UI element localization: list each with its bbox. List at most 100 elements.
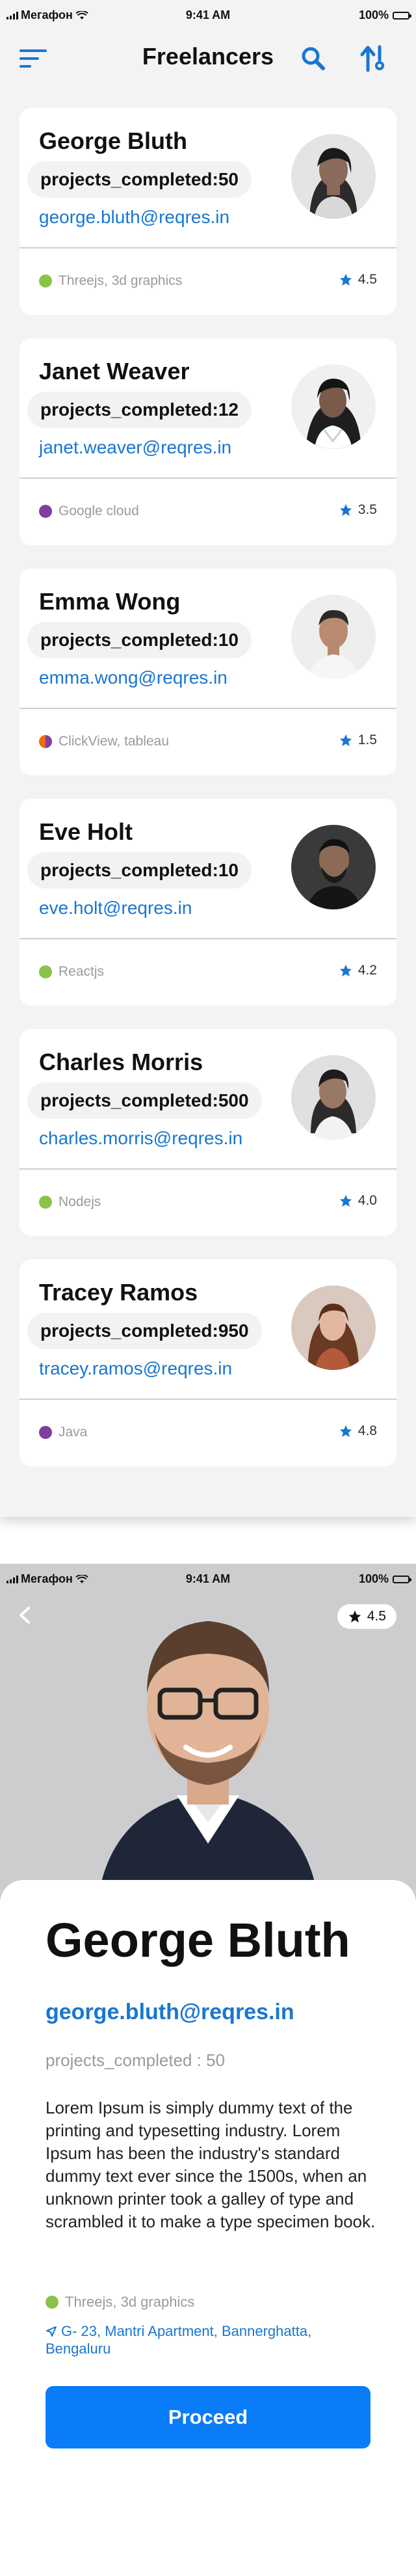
projects-completed-badge: projects_completed:10 <box>27 622 252 658</box>
skills-row: Reactjs <box>39 964 104 980</box>
clock: 9:41 AM <box>185 8 231 21</box>
address-text: G- 23, Mantri Apartment, Bannerghatta, B… <box>46 2323 312 2357</box>
freelancer-card[interactable]: George Bluth projects_completed:50 georg… <box>20 108 396 315</box>
freelancer-list-screen: Мегафон 9:41 AM 100% Freelancers George … <box>0 0 416 1517</box>
freelancer-description: Lorem Ipsum is simply dummy text of the … <box>46 2098 376 2231</box>
search-button[interactable] <box>300 46 326 72</box>
skills-row: Nodejs <box>39 1194 101 1210</box>
navigation-icon <box>46 2326 57 2337</box>
star-icon <box>339 503 352 517</box>
avatar <box>291 1055 376 1140</box>
rating-value: 4.8 <box>358 1423 377 1438</box>
skills-text: Nodejs <box>58 1194 101 1209</box>
freelancer-name: Janet Weaver <box>39 358 190 384</box>
avatar <box>291 825 376 909</box>
freelancer-card[interactable]: Emma Wong projects_completed:10 emma.won… <box>20 569 396 775</box>
freelancer-email[interactable]: eve.holt@reqres.in <box>39 898 192 919</box>
avatar <box>291 134 376 219</box>
skills-text: Reactjs <box>58 964 105 979</box>
chevron-left-icon <box>20 1607 30 1624</box>
projects-completed-badge: projects_completed:12 <box>27 392 252 428</box>
rating-value: 3.5 <box>358 502 377 517</box>
star-icon <box>339 1425 352 1438</box>
projects-completed-badge: projects_completed:500 <box>27 1082 262 1119</box>
rating: 1.5 <box>339 732 377 748</box>
projects-completed-badge: projects_completed:950 <box>27 1313 262 1349</box>
avatar <box>291 364 376 449</box>
battery-icon <box>393 1575 411 1583</box>
rating: 4.0 <box>339 1193 377 1209</box>
skills-text: Google cloud <box>58 503 139 518</box>
rating: 3.5 <box>339 502 377 518</box>
card-divider <box>20 938 396 939</box>
freelancer-name: George Bluth <box>39 127 188 154</box>
battery-indicator: 100% <box>358 1572 411 1586</box>
app-bar: Freelancers <box>0 29 416 87</box>
freelancer-name: Tracey Ramos <box>39 1279 198 1306</box>
sort-button[interactable] <box>360 44 386 73</box>
star-icon <box>339 964 352 977</box>
star-icon <box>339 273 352 286</box>
freelancer-name: George Bluth <box>46 1913 350 1967</box>
status-bar: Мегафон 9:41 AM 100% <box>0 0 416 29</box>
card-divider <box>20 477 396 479</box>
rating-value: 4.5 <box>367 1609 386 1624</box>
freelancer-card[interactable]: Charles Morris projects_completed:500 ch… <box>20 1029 396 1236</box>
back-button[interactable] <box>14 1604 36 1626</box>
skills-row: Java <box>39 1425 87 1440</box>
proceed-button[interactable]: Proceed <box>46 2386 370 2449</box>
freelancer-name: Emma Wong <box>39 588 181 615</box>
skills-row: ClickView, tableau <box>39 734 169 749</box>
freelancer-card[interactable]: Janet Weaver projects_completed:12 janet… <box>20 338 396 545</box>
skill-dot <box>39 505 52 518</box>
skill-dot <box>39 965 52 978</box>
battery-indicator: 100% <box>358 8 411 22</box>
projects-completed-badge: projects_completed:50 <box>27 161 252 198</box>
card-divider <box>20 708 396 709</box>
skills-row: Threejs, 3d graphics <box>46 2294 194 2311</box>
clock: 9:41 AM <box>185 1572 231 1585</box>
skills-text: Threejs, 3d graphics <box>65 2294 195 2310</box>
skill-dot <box>39 275 52 288</box>
skill-dot <box>39 1196 52 1209</box>
rating: 4.8 <box>339 1423 377 1439</box>
freelancer-name: Charles Morris <box>39 1049 203 1075</box>
skill-dot <box>39 1426 52 1439</box>
star-icon <box>339 1194 352 1207</box>
battery-percent: 100% <box>358 8 389 21</box>
skill-dot <box>39 735 52 748</box>
card-divider <box>20 1399 396 1400</box>
address: G- 23, Mantri Apartment, Bannerghatta, B… <box>46 2322 351 2357</box>
freelancer-email[interactable]: charles.morris@reqres.in <box>39 1128 242 1149</box>
freelancer-card[interactable]: Eve Holt projects_completed:10 eve.holt@… <box>20 799 396 1006</box>
avatar <box>291 1285 376 1370</box>
skills-text: ClickView, tableau <box>58 734 170 749</box>
card-divider <box>20 247 396 248</box>
freelancer-email[interactable]: janet.weaver@reqres.in <box>39 437 231 458</box>
freelancer-email[interactable]: george.bluth@reqres.in <box>39 207 229 228</box>
skills-text: Threejs, 3d graphics <box>58 273 183 288</box>
avatar <box>291 595 376 679</box>
rating: 4.5 <box>339 272 377 288</box>
page-title: Freelancers <box>142 43 274 70</box>
skills-text: Java <box>58 1425 88 1440</box>
skill-dot <box>46 2296 58 2309</box>
rating-value: 4.0 <box>358 1193 377 1208</box>
skills-row: Threejs, 3d graphics <box>39 273 182 289</box>
freelancer-email[interactable]: george.bluth@reqres.in <box>46 2000 294 2025</box>
status-bar: Мегафон 9:41 AM 100% <box>0 1564 416 1592</box>
freelancer-email[interactable]: tracey.ramos@reqres.in <box>39 1358 232 1379</box>
freelancer-email[interactable]: emma.wong@reqres.in <box>39 667 228 688</box>
card-divider <box>20 1168 396 1170</box>
battery-icon <box>393 11 411 20</box>
star-icon <box>348 1610 361 1623</box>
battery-percent: 100% <box>358 1572 389 1585</box>
search-icon <box>302 47 325 70</box>
sort-icon <box>360 45 384 72</box>
projects-completed: projects_completed : 50 <box>46 2050 226 2070</box>
freelancer-card[interactable]: Tracey Ramos projects_completed:950 trac… <box>20 1259 396 1466</box>
rating-value: 1.5 <box>358 732 377 747</box>
rating: 4.2 <box>339 963 377 978</box>
detail-sheet: George Bluth george.bluth@reqres.in proj… <box>0 1880 416 2576</box>
rating-chip: 4.5 <box>337 1604 396 1629</box>
